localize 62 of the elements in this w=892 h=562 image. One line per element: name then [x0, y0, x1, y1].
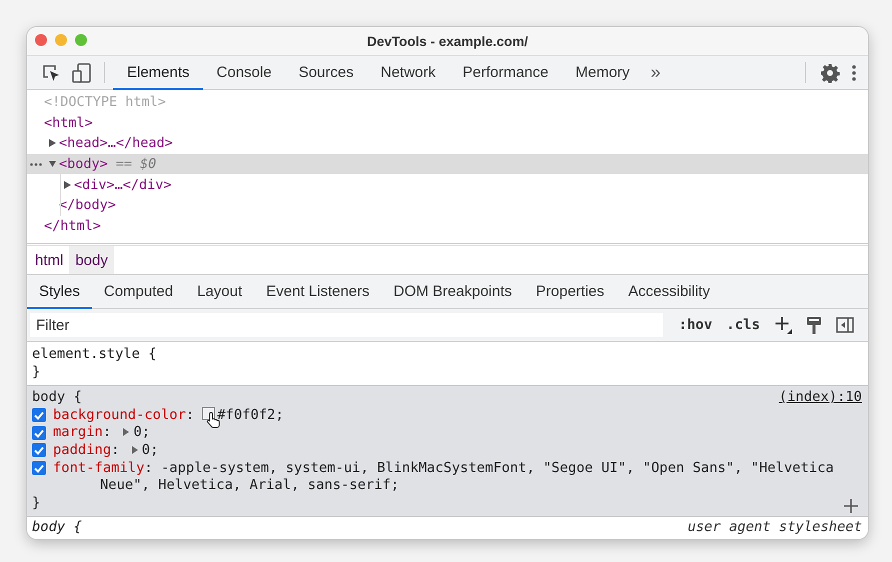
- node-row[interactable]: <html>: [27, 112, 868, 134]
- toggle-button[interactable]: :hov: [672, 317, 718, 333]
- source-label: user agent stylesheet: [688, 519, 862, 537]
- node-row[interactable]: <head>…</head>: [27, 133, 868, 154]
- declaration-text: margin: 0;: [53, 424, 152, 442]
- more-dots-icon[interactable]: [30, 162, 42, 166]
- collapsed-arrow-icon[interactable]: [49, 139, 56, 148]
- checkbox[interactable]: [32, 443, 46, 458]
- selected-node-row[interactable]: <body> == $0: [27, 154, 868, 174]
- window-title: DevTools - example.com/: [366, 34, 528, 48]
- panel-tab[interactable]: Sources: [284, 56, 367, 90]
- expanded-arrow-icon[interactable]: [49, 160, 56, 168]
- node-row[interactable]: <div>…</div>: [27, 174, 868, 195]
- closing-tag-text: </html>: [44, 218, 101, 234]
- add-property-icon[interactable]: [844, 499, 858, 514]
- styles-pane-tab[interactable]: Layout: [185, 275, 254, 309]
- styles-pane-tab[interactable]: DOM Breakpoints: [382, 275, 524, 309]
- panel-tab[interactable]: Elements: [113, 56, 203, 90]
- checkbox[interactable]: [32, 426, 46, 440]
- declaration-text: background-color: #f0f0f2;: [53, 406, 862, 424]
- panel-tab[interactable]: Network: [366, 56, 449, 90]
- closing-tag-text: </body>: [59, 197, 116, 214]
- equals-text: ==: [116, 156, 132, 172]
- breadcrumb[interactable]: body: [69, 246, 114, 274]
- panel-tab[interactable]: Performance: [448, 56, 562, 90]
- styles-pane-tab[interactable]: Computed: [92, 275, 186, 309]
- styles-pane-tab[interactable]: Event Listeners: [254, 275, 382, 309]
- checkbox[interactable]: [32, 461, 46, 476]
- sidebar-icon: [836, 317, 854, 333]
- more-menu-icon: [852, 64, 856, 82]
- selector-text: element.style {: [32, 346, 158, 364]
- doctype-text: <!DOCTYPE html>: [44, 94, 166, 110]
- source-link[interactable]: (index):10: [778, 389, 862, 407]
- inspect-icon: [42, 64, 60, 82]
- toggle-button[interactable]: .cls: [720, 317, 766, 333]
- breadcrumb[interactable]: html: [29, 246, 70, 274]
- tag-text[interactable]: <div>…</div>: [74, 176, 172, 193]
- filter-field[interactable]: Filter: [30, 313, 663, 337]
- panel-tab[interactable]: Memory: [562, 56, 643, 90]
- more-tabs-button[interactable]: »: [642, 56, 669, 89]
- declaration-text: font-family: -apple-system, system-ui, BlinkMacSystemFont, "Segoe UI", "Open Sans", "Helvetica Neue", Helvetica, Arial, sans-serif;: [53, 460, 835, 495]
- tag-text[interactable]: <head>…</head>: [59, 135, 173, 152]
- tag-text[interactable]: <html>: [44, 114, 93, 131]
- plus-icon: [774, 316, 792, 334]
- expand-arrow-icon[interactable]: [123, 428, 130, 436]
- device-icon: [72, 62, 92, 82]
- selector-text: body {: [32, 519, 82, 537]
- expand-arrow-icon[interactable]: [132, 446, 138, 454]
- tag-text[interactable]: <body>: [59, 156, 108, 172]
- declaration-text: padding: 0;: [53, 442, 160, 460]
- closing-brace: }: [32, 364, 40, 382]
- closing-brace: }: [32, 494, 40, 512]
- close-light[interactable]: [35, 34, 47, 46]
- settings-icon: [820, 62, 840, 82]
- panel-tab[interactable]: Console: [202, 56, 285, 90]
- collapsed-arrow-icon[interactable]: [64, 180, 71, 189]
- paint-roller-icon: [806, 316, 822, 334]
- checkbox[interactable]: [32, 408, 46, 422]
- styles-pane-tab[interactable]: Accessibility: [616, 275, 722, 309]
- variable-text: $0: [140, 156, 156, 172]
- styles-pane-tab[interactable]: Properties: [524, 275, 616, 309]
- selector-text: body {: [32, 389, 82, 407]
